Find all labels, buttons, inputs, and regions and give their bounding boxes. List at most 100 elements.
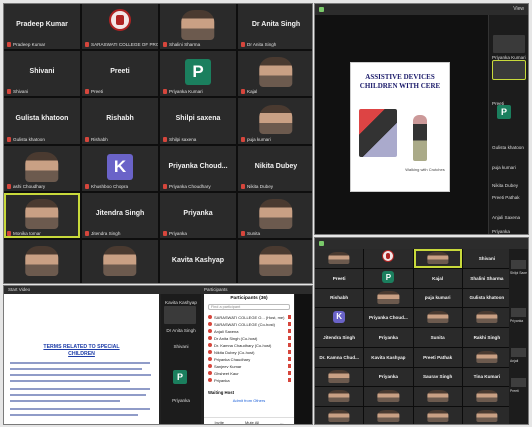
participant-tile[interactable]: Preeti Pathak xyxy=(413,347,462,367)
start-video-button[interactable]: Start Video xyxy=(8,287,30,292)
participant-tile[interactable]: Nikita Dubey Nikita Dubey xyxy=(238,145,312,191)
participant-row[interactable]: Dr. Kamna Chaudhary (Co-host) xyxy=(208,342,291,348)
participant-tile[interactable]: Gulista khatoon xyxy=(462,288,511,308)
participant-tile[interactable]: Priyanka xyxy=(364,328,413,347)
participant-tile[interactable] xyxy=(413,249,462,268)
participant-tile[interactable] xyxy=(462,308,511,328)
muted-mic-icon xyxy=(85,89,89,95)
participant-tile[interactable]: puja kumari xyxy=(238,98,312,144)
participant-tile[interactable]: Priyanka xyxy=(364,367,413,387)
participant-tile[interactable] xyxy=(315,407,364,424)
participant-tile[interactable]: Rakhi Singh xyxy=(462,328,511,347)
participant-tile[interactable]: K xyxy=(315,308,364,328)
participant-tile[interactable]: Priyanka Priyanka xyxy=(160,192,236,238)
participant-video xyxy=(328,390,350,403)
participant-tile[interactable]: Saurav Singh xyxy=(413,367,462,387)
participants-button[interactable]: Participants xyxy=(204,287,228,292)
participant-tile[interactable] xyxy=(315,249,364,268)
participant-tile[interactable]: Sunita xyxy=(413,328,462,347)
participant-tile[interactable]: ashi Choudhary xyxy=(4,145,80,191)
participant-tile[interactable]: Rishabh xyxy=(315,288,364,308)
participant-tile[interactable] xyxy=(462,387,511,407)
participant-name: Tina Kumari xyxy=(473,374,501,380)
participant-tile[interactable]: Dr Anita Singh Dr Anita Singh xyxy=(238,4,312,50)
participant-video xyxy=(164,306,196,324)
participant-tile[interactable] xyxy=(4,239,80,283)
participant-tile[interactable] xyxy=(364,387,413,407)
participant-tile[interactable]: Shalini Sharma xyxy=(462,268,511,288)
footer-button[interactable]: Mute All xyxy=(245,420,259,425)
participant-tile[interactable]: Monika tomar xyxy=(4,192,80,238)
participant-row[interactable]: SARASWATI COLLEGE O... (Host, me) xyxy=(208,314,291,320)
participant-caption: Priyanka Kumari xyxy=(163,89,203,95)
participant-tile[interactable]: Pradeep Kumar Pradeep Kumar xyxy=(4,4,80,50)
wheelchair-image xyxy=(359,109,397,157)
participant-tile[interactable]: Shalini Sharma xyxy=(160,4,236,50)
participant-name: Preeti xyxy=(110,68,130,76)
participant-row[interactable]: SARASWATI COLLEGE (Co-host) xyxy=(208,321,291,327)
participant-tile[interactable] xyxy=(238,239,312,283)
participant-tile[interactable]: Priyanka Choud... xyxy=(364,308,413,328)
participant-tile[interactable]: Shivani xyxy=(462,249,511,268)
participant-tile[interactable]: Kajal xyxy=(413,268,462,288)
participant-tile[interactable] xyxy=(364,288,413,308)
participant-row[interactable]: Nikita Dubey (Co-host) xyxy=(208,349,291,355)
participant-tile[interactable] xyxy=(364,407,413,424)
participant-search-input[interactable]: Find a participant xyxy=(208,304,290,310)
participant-tile[interactable] xyxy=(315,387,364,407)
participant-tile[interactable] xyxy=(413,407,462,424)
participant-tile[interactable] xyxy=(462,407,511,424)
participant-tile[interactable]: Rishabh Rishabh xyxy=(82,98,158,144)
participant-row[interactable]: Sanjeev Kumar xyxy=(208,363,291,369)
participant-caption: puja kumari xyxy=(241,136,271,142)
document-share-panel: Start Video Participants TERMS RELATED T… xyxy=(3,285,313,425)
participant-tile[interactable]: Shilpi saxena Shilpi saxena xyxy=(160,98,236,144)
participant-tile[interactable]: Jitendra Singh xyxy=(315,328,364,347)
participant-tile[interactable]: Kajal xyxy=(238,51,312,97)
participant-tile[interactable] xyxy=(364,249,413,268)
participant-tile[interactable]: Priyanka Choud... Priyanka Choudhary xyxy=(160,145,236,191)
participant-tile[interactable] xyxy=(413,387,462,407)
caption-text: SARASWATI COLLEGE OF PROFE... xyxy=(91,42,158,48)
footer-button[interactable]: ... xyxy=(280,420,283,425)
participant-caption: Sunita xyxy=(241,230,260,236)
participant-row[interactable]: Anjali Saxena xyxy=(208,328,291,334)
participant-name: Jitendra Singh xyxy=(323,334,356,340)
participant-caption: Kajal xyxy=(241,89,257,95)
participant-row[interactable]: Priyanka Chaudhary xyxy=(208,356,291,362)
muted-mic-icon xyxy=(288,315,291,319)
participant-caption: Monika tomar xyxy=(7,230,41,236)
participant-row[interactable]: Dr Anita Singh (Co-host) xyxy=(208,335,291,341)
participant-tile[interactable]: Jitendra Singh Jitendra Singh xyxy=(82,192,158,238)
strip-participant-label: Anjali xyxy=(510,359,519,363)
participant-tile[interactable] xyxy=(82,239,158,283)
participant-row[interactable]: Priyanka xyxy=(208,377,291,383)
participant-tile[interactable] xyxy=(462,347,511,367)
participant-video xyxy=(25,198,59,229)
document-text-line xyxy=(10,380,130,382)
participant-tile[interactable]: Preeti xyxy=(315,268,364,288)
participant-tile[interactable]: Kavita Kashyap xyxy=(160,239,236,283)
footer-button[interactable]: Invite xyxy=(214,420,224,425)
document-heading-line-1: TERMS RELATED TO SPECIAL xyxy=(43,344,120,350)
participant-tile[interactable]: Gulista khatoon Gulista khatoon xyxy=(4,98,80,144)
participant-tile[interactable]: P xyxy=(364,268,413,288)
participant-tile[interactable]: puja kumari xyxy=(413,288,462,308)
participant-tile[interactable]: Preeti Preeti xyxy=(82,51,158,97)
participant-video xyxy=(328,370,350,383)
participant-tile[interactable]: Shivani Shivani xyxy=(4,51,80,97)
participant-tile[interactable]: Sunita xyxy=(238,192,312,238)
participant-tile[interactable]: SARASWATI COLLEGE OF PROFE... xyxy=(82,4,158,50)
participant-tile[interactable]: K Khushboo Chopra xyxy=(82,145,158,191)
participant-tile[interactable]: Tina Kumari xyxy=(462,367,511,387)
avatar xyxy=(208,364,212,368)
view-menu[interactable]: View xyxy=(513,6,524,12)
participant-tile[interactable]: P Priyanka Kumari xyxy=(160,51,236,97)
admit-link[interactable]: Admit from Others xyxy=(204,398,294,403)
strip-participant-label: Priyanka xyxy=(510,319,524,323)
participant-tile[interactable] xyxy=(315,367,364,387)
participant-tile[interactable]: Kavita Kashyap xyxy=(364,347,413,367)
participant-row[interactable]: Ghsheet Kaur xyxy=(208,370,291,376)
participant-tile[interactable] xyxy=(413,308,462,328)
participant-tile[interactable]: Dr. Kamna Chud... xyxy=(315,347,364,367)
